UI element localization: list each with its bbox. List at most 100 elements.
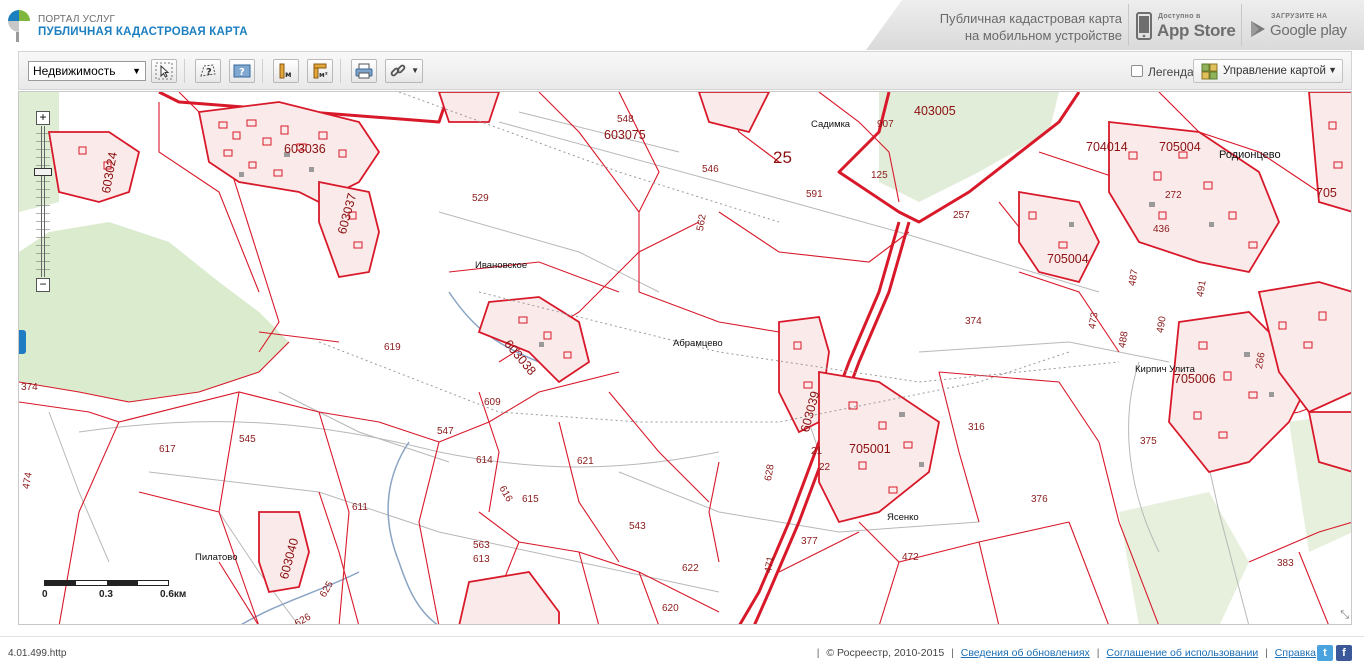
scale-bar bbox=[44, 580, 169, 586]
scale-segment bbox=[45, 581, 76, 585]
parcel-label[interactable]: 383 bbox=[1277, 558, 1294, 569]
promo-text-line2: на мобильном устройстве bbox=[964, 28, 1122, 43]
place-name[interactable]: Родионцево bbox=[1219, 149, 1281, 161]
app-store-button[interactable]: Доступно в App Store bbox=[1134, 6, 1236, 46]
terms-link[interactable]: Соглашение об использовании bbox=[1106, 647, 1258, 659]
parcel-label[interactable]: 436 bbox=[1153, 224, 1170, 235]
parcel-label[interactable]: 403005 bbox=[914, 104, 956, 118]
portal-title[interactable]: ПУБЛИЧНАЯ КАДАСТРОВАЯ КАРТА bbox=[38, 26, 248, 38]
place-name[interactable]: Абрамцево bbox=[673, 338, 723, 349]
copyright-text: © Росреестр, 2010-2015 bbox=[826, 647, 945, 659]
parcel-label[interactable]: 609 bbox=[484, 397, 501, 408]
measure-area-button[interactable]: м² bbox=[307, 59, 333, 83]
zoom-slider-track[interactable] bbox=[41, 126, 45, 277]
map-management-button[interactable]: Управление картой ▼ bbox=[1193, 59, 1343, 83]
place-name[interactable]: Ясенко bbox=[887, 512, 919, 523]
parcel-label[interactable]: 25 bbox=[773, 148, 792, 168]
parcel-label[interactable]: 547 bbox=[437, 426, 454, 437]
parcel-label[interactable]: 705004 bbox=[1159, 140, 1201, 154]
parcel-label[interactable]: 705004 bbox=[1047, 252, 1089, 266]
parcel-label[interactable]: 377 bbox=[801, 536, 818, 547]
parcel-label[interactable]: 907 bbox=[877, 119, 894, 130]
parcel-label[interactable]: 529 bbox=[472, 193, 489, 204]
parcel-label[interactable]: 257 bbox=[953, 210, 970, 221]
zoom-out-button[interactable]: − bbox=[36, 278, 50, 292]
resize-corner-icon[interactable]: ⤡ bbox=[1340, 609, 1349, 622]
parcel-label[interactable]: 613 bbox=[473, 554, 490, 565]
google-play-icon bbox=[1251, 21, 1265, 37]
identify-area-button[interactable]: ? bbox=[195, 59, 221, 83]
printer-icon bbox=[355, 63, 373, 79]
map-canvas[interactable] bbox=[19, 92, 1352, 625]
parcel-label[interactable]: 611 bbox=[352, 502, 368, 513]
app-store-text: App Store bbox=[1157, 21, 1236, 40]
parcel-label[interactable]: 375 bbox=[1140, 436, 1157, 447]
link-chain-icon bbox=[390, 64, 406, 77]
parcel-label[interactable]: 543 bbox=[629, 521, 646, 532]
parcel-label[interactable]: 615 bbox=[522, 494, 539, 505]
parcel-label[interactable]: 22 bbox=[819, 462, 830, 473]
side-panel-toggle[interactable] bbox=[19, 330, 26, 354]
parcel-label[interactable]: 705001 bbox=[849, 442, 891, 456]
parcel-label[interactable]: 374 bbox=[965, 316, 982, 327]
footer: 4.01.499.http | © Росреестр, 2010-2015 |… bbox=[0, 636, 1364, 668]
facebook-icon[interactable]: f bbox=[1336, 645, 1352, 661]
place-name[interactable]: Пилатово bbox=[195, 552, 238, 563]
parcel-label[interactable]: 614 bbox=[476, 455, 493, 466]
measure-distance-button[interactable]: м bbox=[273, 59, 299, 83]
google-play-button[interactable]: ЗАГРУЗИТЕ НА Google play bbox=[1247, 6, 1359, 46]
help-link[interactable]: Справка bbox=[1275, 647, 1316, 659]
place-name[interactable]: Ивановское bbox=[475, 260, 527, 271]
info-tool-button[interactable]: ? bbox=[229, 59, 255, 83]
parcel-label[interactable]: 619 bbox=[384, 342, 401, 353]
parcel-label[interactable]: 316 bbox=[968, 422, 985, 433]
twitter-icon[interactable]: t bbox=[1317, 645, 1333, 661]
parcel-label[interactable]: 545 bbox=[239, 434, 256, 445]
scale-label: 0.6км bbox=[160, 589, 187, 600]
parcel-label[interactable]: 21 bbox=[811, 446, 822, 457]
parcel-label[interactable]: 472 bbox=[902, 552, 919, 563]
parcel-label[interactable]: 704014 bbox=[1086, 140, 1128, 154]
parcel-label[interactable]: 374 bbox=[21, 382, 38, 393]
parcel-label[interactable]: 591 bbox=[806, 189, 823, 200]
parcel-label[interactable]: 272 bbox=[1165, 190, 1182, 201]
updates-link[interactable]: Сведения об обновлениях bbox=[961, 647, 1090, 659]
parcel-label[interactable]: 622 bbox=[682, 563, 699, 574]
polygon-question-icon: ? bbox=[200, 64, 216, 78]
zoom-slider-handle[interactable] bbox=[34, 168, 52, 176]
parcel-label[interactable]: 603075 bbox=[604, 128, 646, 142]
parcel-label[interactable]: 563 bbox=[473, 540, 490, 551]
cadastral-map[interactable]: 603024 603036 603037 603075 25 403005 90… bbox=[18, 91, 1352, 625]
parcel-label[interactable]: 617 bbox=[159, 444, 176, 455]
search-type-select[interactable]: Недвижимость ▼ bbox=[28, 61, 146, 81]
parcel-label[interactable]: 705 bbox=[1316, 186, 1337, 200]
place-name[interactable]: Садимкa bbox=[811, 119, 850, 130]
select-tool-button[interactable] bbox=[151, 59, 177, 83]
chevron-down-icon: ▼ bbox=[411, 66, 419, 75]
promo-text-line1: Публичная кадастровая карта bbox=[939, 11, 1122, 26]
zoom-in-button[interactable]: + bbox=[36, 111, 50, 125]
map-management-label: Управление картой bbox=[1223, 65, 1326, 77]
parcel-label[interactable]: 621 bbox=[577, 456, 594, 467]
parcel-label[interactable]: 620 bbox=[662, 603, 679, 614]
rosreestr-logo-icon[interactable] bbox=[6, 8, 32, 42]
map-toolbar: Недвижимость ▼ ? ? м м² ▼ Легенда Управл… bbox=[18, 51, 1352, 90]
parcel-label[interactable]: 603036 bbox=[284, 142, 326, 156]
parcel-label[interactable]: 376 bbox=[1031, 494, 1048, 505]
parcel-label[interactable]: 125 bbox=[871, 170, 888, 181]
promo-divider bbox=[1128, 4, 1129, 46]
parcel-label[interactable]: 546 bbox=[702, 164, 719, 175]
print-button[interactable] bbox=[351, 59, 377, 83]
footer-separator: | bbox=[816, 647, 820, 659]
portal-subtitle: ПОРТАЛ УСЛУГ bbox=[38, 14, 116, 25]
svg-text:м²: м² bbox=[319, 71, 328, 79]
cursor-select-icon bbox=[155, 62, 173, 80]
svg-text:м: м bbox=[285, 70, 292, 79]
legend-checkbox[interactable] bbox=[1131, 65, 1143, 77]
parcel-label[interactable]: 548 bbox=[617, 114, 634, 125]
link-button[interactable]: ▼ bbox=[385, 59, 423, 83]
toolbar-separator bbox=[184, 59, 185, 83]
legend-label[interactable]: Легенда bbox=[1148, 65, 1194, 79]
place-name[interactable]: Кирпич Улита bbox=[1135, 364, 1195, 375]
layers-grid-icon bbox=[1201, 63, 1218, 80]
